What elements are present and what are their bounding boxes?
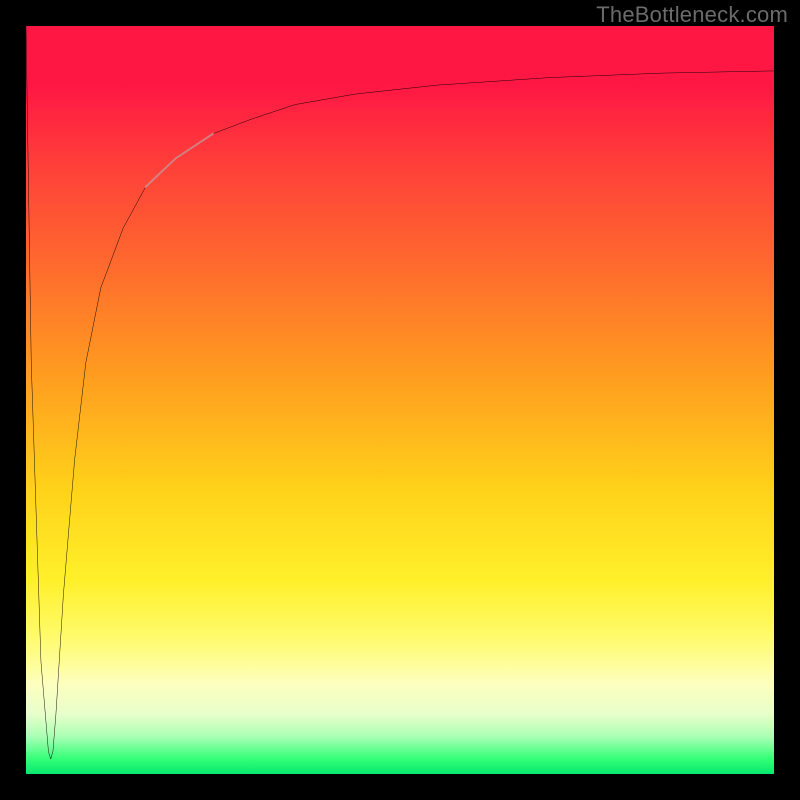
chart-frame: TheBottleneck.com <box>0 0 800 800</box>
main-curve-path <box>26 26 774 759</box>
highlight-segment-path <box>146 134 213 187</box>
curve-svg <box>26 26 774 774</box>
watermark-text: TheBottleneck.com <box>596 2 788 28</box>
